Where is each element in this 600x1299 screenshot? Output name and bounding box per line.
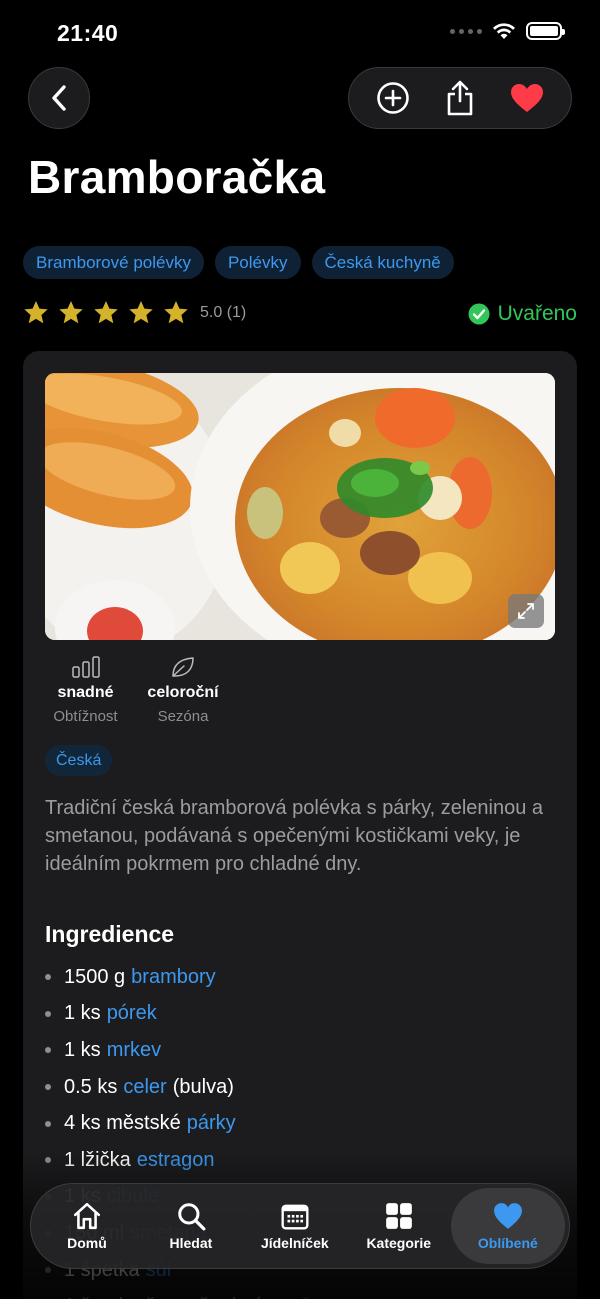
tag-czech-cuisine[interactable]: Česká kuchyně [311, 246, 454, 279]
recipe-title: Bramboračka [28, 151, 326, 203]
cooked-status[interactable]: Uvařeno [468, 302, 577, 326]
tab-label: Oblíbené [477, 1235, 538, 1251]
category-tags: Bramborové polévky Polévky Česká kuchyně [23, 246, 454, 279]
soup-photo [45, 373, 555, 640]
leaf-icon [172, 657, 194, 677]
ingredient-amount: 1 ks [64, 1038, 101, 1061]
recipe-description: Tradiční česká bramborová polévka s párk… [45, 797, 544, 875]
ingredient-item: 0.5 ks celer (bulva) [45, 1069, 315, 1106]
season-label: Sezóna [157, 708, 209, 725]
expand-icon [518, 603, 534, 619]
tag-soups[interactable]: Polévky [214, 246, 301, 279]
expand-image-button[interactable] [508, 594, 544, 628]
back-button[interactable] [28, 67, 90, 129]
recipe-actions [348, 67, 572, 129]
bullet-icon [45, 1120, 51, 1127]
ingredient-amount: 4 ks městské [64, 1112, 181, 1135]
ingredient-amount: 0.5 ks [64, 1075, 118, 1098]
chevron-left-icon [52, 85, 66, 111]
bullet-icon [45, 1084, 51, 1091]
star-icon [94, 301, 118, 324]
star-icon [24, 301, 48, 324]
tab-calendar[interactable]: Jídelníček [243, 1188, 347, 1264]
rating: 5.0 (1) [23, 300, 246, 325]
star-rating [23, 300, 189, 325]
ingredient-link[interactable]: pórek [107, 1002, 157, 1025]
calendar-icon [281, 1204, 309, 1230]
bars-icon [71, 656, 100, 678]
ingredient-link[interactable]: brambory [131, 966, 215, 989]
ingredient-item: 4 ks městské párky [45, 1105, 315, 1142]
heart-icon [511, 84, 544, 112]
add-button[interactable] [373, 78, 413, 118]
ingredient-link[interactable]: celer [123, 1076, 166, 1099]
rating-text: 5.0 (1) [200, 303, 247, 321]
check-circle-icon [468, 303, 490, 325]
ingredient-note: (bulva) [172, 1075, 234, 1098]
battery-icon [526, 22, 565, 40]
recipe-photo[interactable] [45, 373, 555, 640]
ingredient-amount: 1 ks [64, 1002, 101, 1025]
favorite-button[interactable] [507, 78, 547, 118]
tab-home[interactable]: Domů [35, 1188, 139, 1264]
star-icon [59, 301, 83, 324]
tab-grid[interactable]: Kategorie [347, 1188, 451, 1264]
bullet-icon [45, 1047, 51, 1054]
difficulty-label: Obtížnost [53, 708, 118, 725]
search-icon [178, 1203, 206, 1231]
bullet-icon [45, 974, 51, 981]
ingredients-title: Ingredience [45, 921, 175, 947]
wifi-icon [493, 23, 515, 39]
tab-bar: Domů Hledat Jídelníček Kategorie Oblíbené [30, 1183, 570, 1269]
signal-icon [450, 28, 482, 34]
status-time: 21:40 [57, 20, 119, 46]
cuisine-tag[interactable]: Česká [45, 745, 113, 776]
tab-search[interactable]: Hledat [139, 1188, 243, 1264]
tab-label: Jídelníček [260, 1235, 329, 1251]
difficulty-info: snadné Obtížnost [48, 656, 123, 725]
ingredient-link[interactable]: párky [187, 1112, 236, 1135]
difficulty-value: snadné [57, 684, 114, 701]
season-info: celoroční Sezóna [141, 656, 225, 725]
tab-heart[interactable]: Oblíbené [450, 1188, 565, 1264]
ingredient-item: 1500 g brambory [45, 959, 315, 996]
tab-label: Kategorie [366, 1235, 432, 1251]
cooked-label: Uvařeno [497, 302, 577, 325]
star-icon [164, 301, 188, 324]
grid-icon [385, 1203, 412, 1229]
tab-label: Hledat [169, 1235, 213, 1251]
ingredient-amount: 1500 g [64, 965, 126, 988]
share-button[interactable] [440, 78, 480, 118]
ingredient-item: 1 ks mrkev [45, 1032, 315, 1069]
heart-icon [493, 1203, 522, 1229]
plus-circle-icon [376, 82, 409, 114]
star-icon [129, 301, 153, 324]
ingredient-item: 1 ks pórek [45, 996, 315, 1033]
bullet-icon [45, 1010, 51, 1017]
share-icon [447, 80, 473, 116]
tab-label: Domů [67, 1235, 107, 1251]
status-icons [450, 22, 565, 40]
ingredient-link[interactable]: mrkev [107, 1039, 161, 1062]
season-value: celoroční [147, 684, 219, 701]
tag-potato-soups[interactable]: Bramborové polévky [23, 246, 204, 279]
home-icon [73, 1202, 101, 1230]
